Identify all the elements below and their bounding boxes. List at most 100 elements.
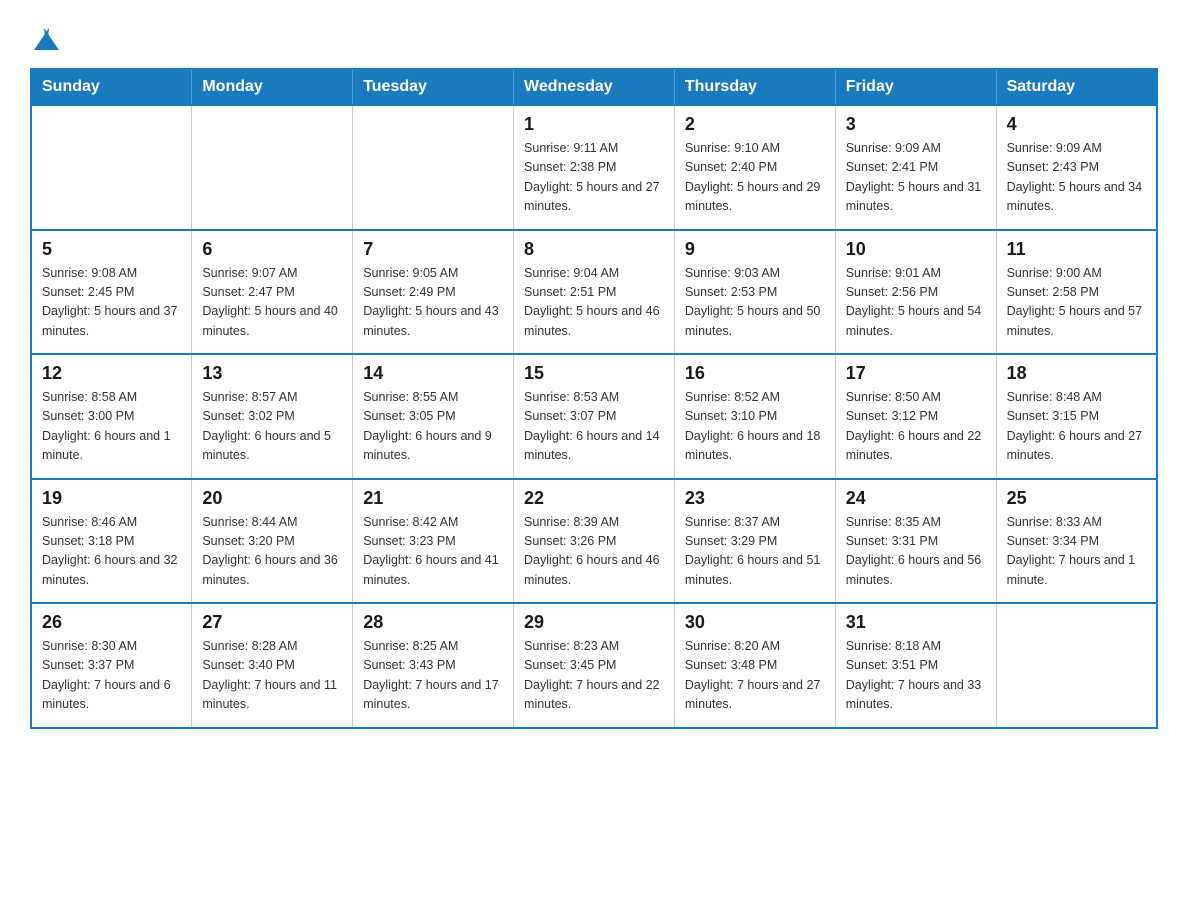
day-number: 13 xyxy=(202,363,342,384)
calendar-cell: 3 Sunrise: 9:09 AM Sunset: 2:41 PM Daylig… xyxy=(835,105,996,230)
day-detail: Sunrise: 8:23 AM Sunset: 3:45 PM Dayligh… xyxy=(524,637,664,715)
calendar-header-saturday: Saturday xyxy=(996,69,1157,105)
day-number: 15 xyxy=(524,363,664,384)
day-number: 8 xyxy=(524,239,664,260)
day-number: 21 xyxy=(363,488,503,509)
day-number: 23 xyxy=(685,488,825,509)
calendar-cell: 11Sunrise: 9:00 AM Sunset: 2:58 PM Dayli… xyxy=(996,230,1157,355)
day-detail: Sunrise: 8:53 AM Sunset: 3:07 PM Dayligh… xyxy=(524,388,664,466)
day-number: 22 xyxy=(524,488,664,509)
calendar-cell: 19 Sunrise: 8:46 AM Sunset: 3:18 PM Dayli… xyxy=(31,479,192,604)
day-detail: Sunrise: 8:48 AM Sunset: 3:15 PM Dayligh… xyxy=(1007,388,1146,466)
day-number: 18 xyxy=(1007,363,1146,384)
calendar-cell: 22 Sunrise: 8:39 AM Sunset: 3:26 PM Dayli… xyxy=(514,479,675,604)
calendar-cell: 14Sunrise: 8:55 AM Sunset: 3:05 PM Dayli… xyxy=(353,354,514,479)
day-detail: Sunrise: 9:05 AM Sunset: 2:49 PM Dayligh… xyxy=(363,264,503,342)
calendar-header-tuesday: Tuesday xyxy=(353,69,514,105)
calendar-table: SundayMondayTuesdayWednesdayThursdayFrid… xyxy=(30,68,1158,729)
day-number: 16 xyxy=(685,363,825,384)
calendar-cell: 29 Sunrise: 8:23 AM Sunset: 3:45 PM Dayli… xyxy=(514,603,675,728)
calendar-cell: 18 Sunrise: 8:48 AM Sunset: 3:15 PM Dayli… xyxy=(996,354,1157,479)
day-detail: Sunrise: 8:50 AM Sunset: 3:12 PM Dayligh… xyxy=(846,388,986,466)
day-number: 9 xyxy=(685,239,825,260)
calendar-cell xyxy=(353,105,514,230)
calendar-cell: 1Sunrise: 9:11 AM Sunset: 2:38 PM Daylig… xyxy=(514,105,675,230)
day-number: 25 xyxy=(1007,488,1146,509)
day-detail: Sunrise: 8:18 AM Sunset: 3:51 PM Dayligh… xyxy=(846,637,986,715)
day-number: 29 xyxy=(524,612,664,633)
calendar-cell: 7 Sunrise: 9:05 AM Sunset: 2:49 PM Daylig… xyxy=(353,230,514,355)
calendar-week-5: 26 Sunrise: 8:30 AM Sunset: 3:37 PM Dayli… xyxy=(31,603,1157,728)
day-number: 7 xyxy=(363,239,503,260)
calendar-cell xyxy=(996,603,1157,728)
calendar-cell: 27Sunrise: 8:28 AM Sunset: 3:40 PM Dayli… xyxy=(192,603,353,728)
day-number: 27 xyxy=(202,612,342,633)
day-number: 28 xyxy=(363,612,503,633)
day-detail: Sunrise: 8:30 AM Sunset: 3:37 PM Dayligh… xyxy=(42,637,181,715)
calendar-cell: 31 Sunrise: 8:18 AM Sunset: 3:51 PM Dayli… xyxy=(835,603,996,728)
calendar-header-thursday: Thursday xyxy=(674,69,835,105)
calendar-cell: 9Sunrise: 9:03 AM Sunset: 2:53 PM Daylig… xyxy=(674,230,835,355)
calendar-week-3: 12 Sunrise: 8:58 AM Sunset: 3:00 PM Dayli… xyxy=(31,354,1157,479)
logo xyxy=(30,28,58,50)
day-detail: Sunrise: 8:46 AM Sunset: 3:18 PM Dayligh… xyxy=(42,513,181,591)
calendar-cell: 17 Sunrise: 8:50 AM Sunset: 3:12 PM Dayli… xyxy=(835,354,996,479)
day-detail: Sunrise: 9:01 AM Sunset: 2:56 PM Dayligh… xyxy=(846,264,986,342)
day-number: 26 xyxy=(42,612,181,633)
day-number: 17 xyxy=(846,363,986,384)
day-number: 24 xyxy=(846,488,986,509)
day-detail: Sunrise: 9:00 AM Sunset: 2:58 PM Dayligh… xyxy=(1007,264,1146,342)
calendar-week-4: 19 Sunrise: 8:46 AM Sunset: 3:18 PM Dayli… xyxy=(31,479,1157,604)
day-number: 12 xyxy=(42,363,181,384)
calendar-cell: 15 Sunrise: 8:53 AM Sunset: 3:07 PM Dayli… xyxy=(514,354,675,479)
day-number: 20 xyxy=(202,488,342,509)
calendar-cell: 26 Sunrise: 8:30 AM Sunset: 3:37 PM Dayli… xyxy=(31,603,192,728)
day-number: 30 xyxy=(685,612,825,633)
day-detail: Sunrise: 8:44 AM Sunset: 3:20 PM Dayligh… xyxy=(202,513,342,591)
calendar-cell: 2 Sunrise: 9:10 AM Sunset: 2:40 PM Daylig… xyxy=(674,105,835,230)
day-detail: Sunrise: 8:20 AM Sunset: 3:48 PM Dayligh… xyxy=(685,637,825,715)
calendar-cell: 25 Sunrise: 8:33 AM Sunset: 3:34 PM Dayli… xyxy=(996,479,1157,604)
calendar-cell: 8 Sunrise: 9:04 AM Sunset: 2:51 PM Daylig… xyxy=(514,230,675,355)
calendar-cell: 30 Sunrise: 8:20 AM Sunset: 3:48 PM Dayli… xyxy=(674,603,835,728)
day-number: 19 xyxy=(42,488,181,509)
day-number: 3 xyxy=(846,114,986,135)
calendar-cell: 6 Sunrise: 9:07 AM Sunset: 2:47 PM Daylig… xyxy=(192,230,353,355)
calendar-cell: 23Sunrise: 8:37 AM Sunset: 3:29 PM Dayli… xyxy=(674,479,835,604)
calendar-cell: 4Sunrise: 9:09 AM Sunset: 2:43 PM Daylig… xyxy=(996,105,1157,230)
day-detail: Sunrise: 8:55 AM Sunset: 3:05 PM Dayligh… xyxy=(363,388,503,466)
calendar-cell xyxy=(31,105,192,230)
calendar-header-sunday: Sunday xyxy=(31,69,192,105)
calendar-cell: 16Sunrise: 8:52 AM Sunset: 3:10 PM Dayli… xyxy=(674,354,835,479)
day-detail: Sunrise: 8:39 AM Sunset: 3:26 PM Dayligh… xyxy=(524,513,664,591)
day-detail: Sunrise: 9:09 AM Sunset: 2:41 PM Dayligh… xyxy=(846,139,986,217)
day-detail: Sunrise: 8:57 AM Sunset: 3:02 PM Dayligh… xyxy=(202,388,342,466)
day-number: 31 xyxy=(846,612,986,633)
page-header xyxy=(30,20,1158,50)
day-number: 2 xyxy=(685,114,825,135)
day-number: 6 xyxy=(202,239,342,260)
day-detail: Sunrise: 9:04 AM Sunset: 2:51 PM Dayligh… xyxy=(524,264,664,342)
day-detail: Sunrise: 8:58 AM Sunset: 3:00 PM Dayligh… xyxy=(42,388,181,466)
calendar-cell: 28 Sunrise: 8:25 AM Sunset: 3:43 PM Dayli… xyxy=(353,603,514,728)
day-detail: Sunrise: 9:09 AM Sunset: 2:43 PM Dayligh… xyxy=(1007,139,1146,217)
day-detail: Sunrise: 9:10 AM Sunset: 2:40 PM Dayligh… xyxy=(685,139,825,217)
day-detail: Sunrise: 8:33 AM Sunset: 3:34 PM Dayligh… xyxy=(1007,513,1146,591)
calendar-cell: 5Sunrise: 9:08 AM Sunset: 2:45 PM Daylig… xyxy=(31,230,192,355)
day-detail: Sunrise: 8:25 AM Sunset: 3:43 PM Dayligh… xyxy=(363,637,503,715)
calendar-cell: 20 Sunrise: 8:44 AM Sunset: 3:20 PM Dayli… xyxy=(192,479,353,604)
day-detail: Sunrise: 8:42 AM Sunset: 3:23 PM Dayligh… xyxy=(363,513,503,591)
day-number: 10 xyxy=(846,239,986,260)
calendar-cell: 13 Sunrise: 8:57 AM Sunset: 3:02 PM Dayli… xyxy=(192,354,353,479)
calendar-cell: 21 Sunrise: 8:42 AM Sunset: 3:23 PM Dayli… xyxy=(353,479,514,604)
calendar-header-row: SundayMondayTuesdayWednesdayThursdayFrid… xyxy=(31,69,1157,105)
calendar-header-friday: Friday xyxy=(835,69,996,105)
calendar-cell: 24 Sunrise: 8:35 AM Sunset: 3:31 PM Dayli… xyxy=(835,479,996,604)
calendar-week-1: 1Sunrise: 9:11 AM Sunset: 2:38 PM Daylig… xyxy=(31,105,1157,230)
day-detail: Sunrise: 8:35 AM Sunset: 3:31 PM Dayligh… xyxy=(846,513,986,591)
calendar-cell xyxy=(192,105,353,230)
day-detail: Sunrise: 9:11 AM Sunset: 2:38 PM Dayligh… xyxy=(524,139,664,217)
calendar-cell: 10 Sunrise: 9:01 AM Sunset: 2:56 PM Dayli… xyxy=(835,230,996,355)
calendar-header-wednesday: Wednesday xyxy=(514,69,675,105)
day-detail: Sunrise: 9:07 AM Sunset: 2:47 PM Dayligh… xyxy=(202,264,342,342)
